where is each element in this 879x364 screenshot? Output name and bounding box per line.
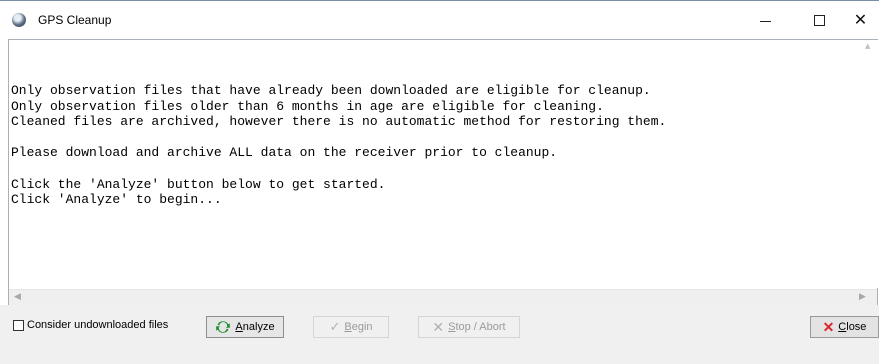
refresh-icon: [216, 321, 231, 333]
close-button[interactable]: ✕ Close: [810, 316, 879, 338]
scroll-up-icon[interactable]: ▲: [865, 42, 870, 50]
close-label: Close: [838, 321, 867, 333]
analyze-button[interactable]: Analyze: [206, 316, 284, 338]
consider-undownloaded-label: Consider undownloaded files: [27, 319, 169, 331]
analyze-label: Analyze: [235, 321, 275, 333]
consider-undownloaded-checkbox[interactable]: [13, 319, 24, 331]
stop-abort-button[interactable]: ✕ Stop / Abort: [418, 316, 520, 338]
stop-abort-label: Stop / Abort: [448, 321, 506, 333]
window-close-button[interactable]: ✕: [842, 2, 879, 38]
log-panel[interactable]: Only observation files that have already…: [8, 39, 878, 306]
minimize-icon: [759, 20, 771, 22]
scroll-left-icon[interactable]: ◀: [14, 292, 21, 302]
red-x-icon: ✕: [822, 318, 835, 335]
vertical-scrollbar[interactable]: ▲: [861, 40, 878, 288]
horizontal-scrollbar[interactable]: ◀ ▶: [9, 289, 877, 306]
consider-undownloaded-option[interactable]: Consider undownloaded files: [13, 319, 168, 331]
app-globe-icon: [12, 13, 26, 27]
x-icon: ✕: [432, 318, 445, 335]
window-title: GPS Cleanup: [38, 13, 112, 27]
log-text: Only observation files that have already…: [11, 83, 667, 208]
begin-button[interactable]: ✓ Begin: [313, 316, 389, 338]
checkmark-icon: ✓: [329, 319, 341, 334]
button-bar: Consider undownloaded files Analyze ✓ Be…: [0, 305, 879, 364]
close-icon: ✕: [853, 10, 868, 29]
begin-label: Begin: [344, 321, 373, 333]
maximize-button[interactable]: [796, 2, 842, 38]
scroll-right-icon[interactable]: ▶: [859, 292, 866, 302]
minimize-button[interactable]: [742, 2, 788, 38]
maximize-icon: [813, 14, 825, 26]
title-bar[interactable]: GPS Cleanup ✕: [0, 1, 879, 39]
